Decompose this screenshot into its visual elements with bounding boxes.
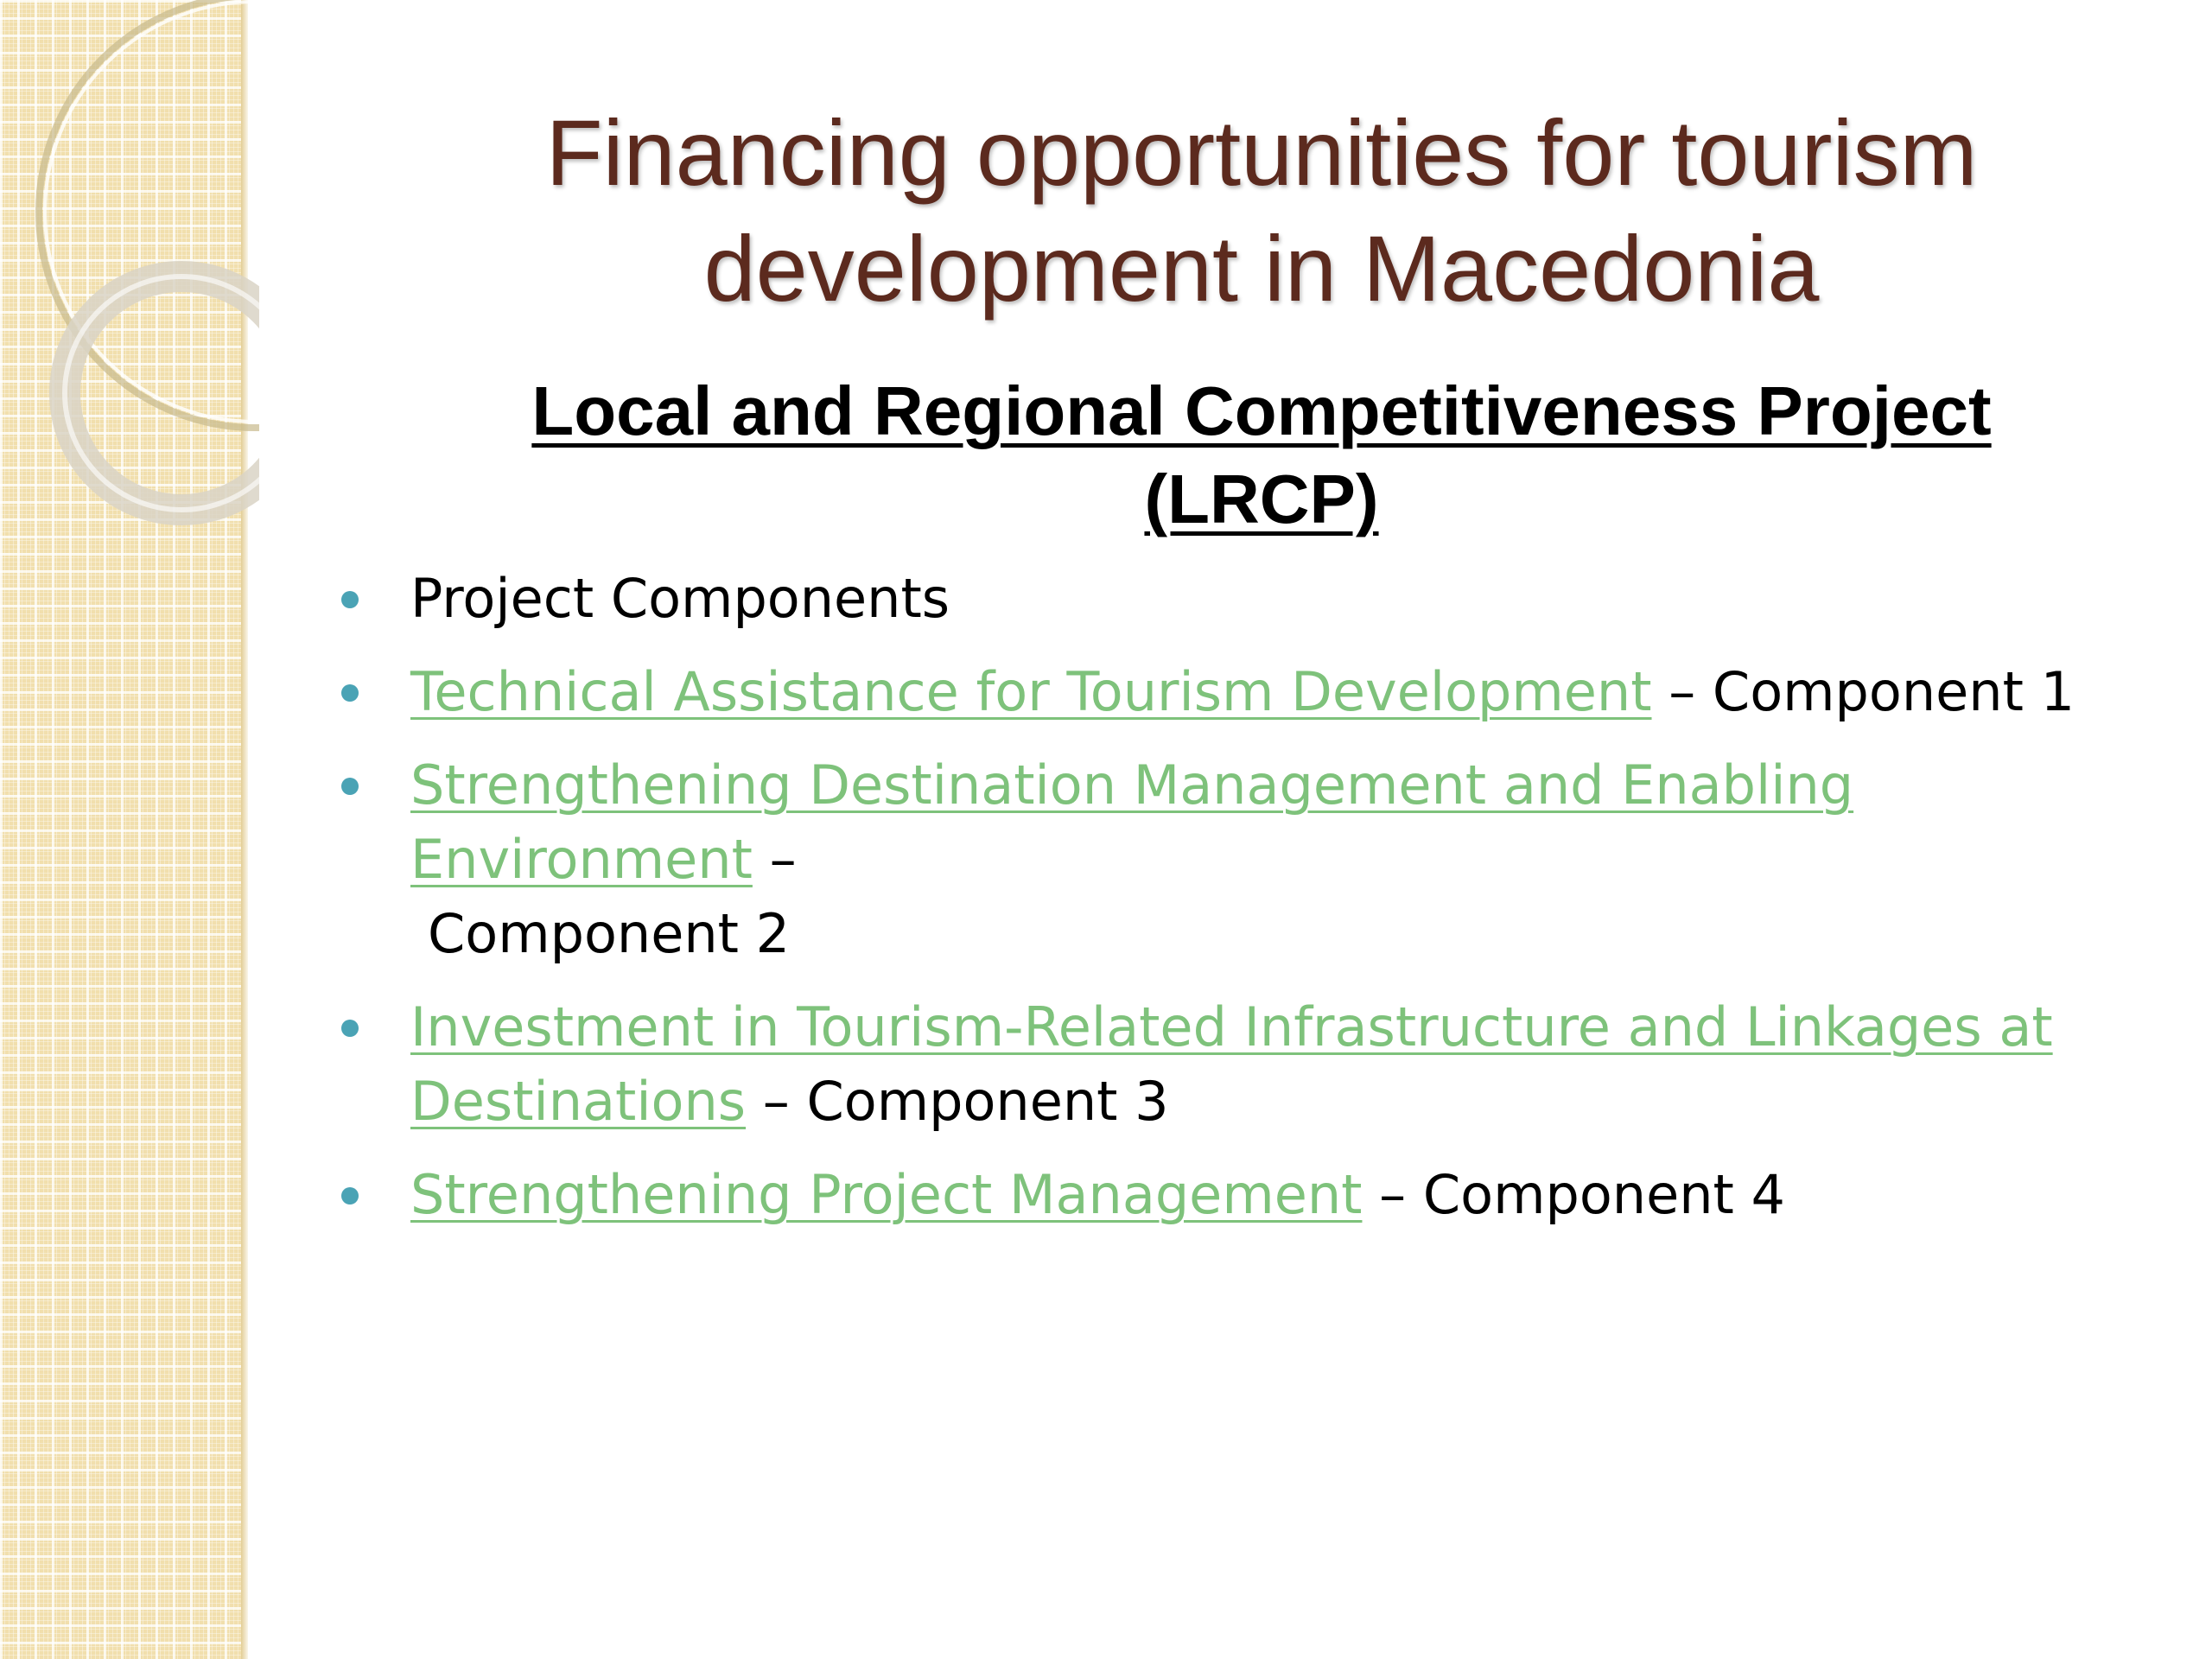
component-4-label: – Component 4	[1362, 1163, 1785, 1226]
list-item-text: Project Components	[410, 567, 950, 630]
component-2-dash: –	[752, 828, 797, 891]
list-item: Investment in Tourism-Related Infrastruc…	[341, 990, 2156, 1139]
component-1-label: – Component 1	[1651, 660, 2075, 723]
component-3-label: – Component 3	[746, 1070, 1169, 1133]
component-list: Project Components Technical Assistance …	[341, 562, 2156, 1251]
list-item: Project Components	[341, 562, 2156, 636]
bullet-dot-icon	[341, 1187, 359, 1205]
bullet-dot-icon	[341, 1020, 359, 1037]
component-1-link[interactable]: Technical Assistance for Tourism Develop…	[410, 660, 1652, 723]
slide-title-line-2: development in Macedonia	[703, 216, 1820, 321]
bullet-dot-icon	[341, 778, 359, 795]
slide-title: Financing opportunities for tourism deve…	[415, 95, 2108, 327]
list-item: Strengthening Destination Management and…	[341, 748, 2156, 971]
bullet-dot-icon	[341, 684, 359, 702]
list-item: Technical Assistance for Tourism Develop…	[341, 655, 2156, 729]
decorative-rings	[35, 0, 259, 525]
slide-subtitle: Local and Regional Competitiveness Proje…	[415, 367, 2108, 543]
bullet-dot-icon	[341, 591, 359, 608]
component-2-link[interactable]: Strengthening Destination Management and…	[410, 753, 1853, 891]
component-4-link[interactable]: Strengthening Project Management	[410, 1163, 1362, 1226]
slide-subtitle-line-2: (LRCP)	[1144, 461, 1379, 537]
component-2-label: Component 2	[428, 902, 791, 965]
list-item: Strengthening Project Management – Compo…	[341, 1158, 2156, 1232]
component-3-link[interactable]: Investment in Tourism-Related Infrastruc…	[410, 995, 2053, 1133]
slide-title-line-1: Financing opportunities for tourism	[545, 100, 1978, 205]
slide-subtitle-line-1: Local and Regional Competitiveness Proje…	[531, 372, 1992, 449]
slide: Financing opportunities for tourism deve…	[0, 0, 2212, 1659]
